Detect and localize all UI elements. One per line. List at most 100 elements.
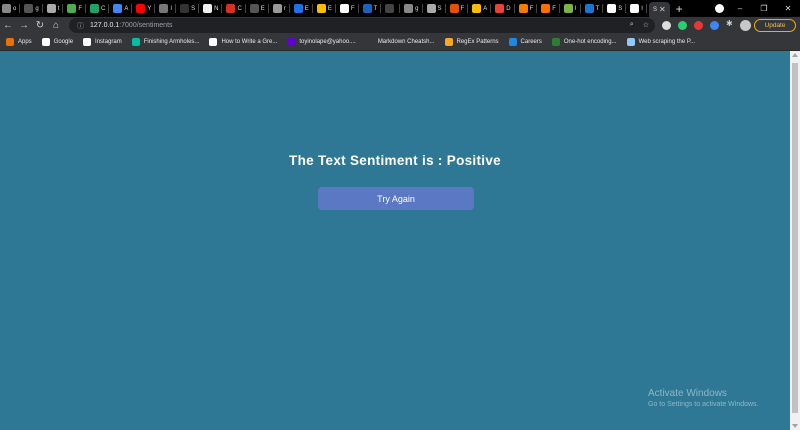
avatar[interactable] — [740, 20, 751, 31]
watermark-title: Activate Windows — [648, 388, 727, 399]
browser-tab[interactable]: F — [338, 0, 361, 17]
browser-tab[interactable]: g — [22, 0, 44, 17]
bookmark-item[interactable]: How to Write a Gre... — [209, 38, 277, 46]
new-tab-button[interactable]: + — [670, 2, 689, 16]
browser-tab[interactable]: S — [425, 0, 448, 17]
browser-tab[interactable]: F — [517, 0, 540, 17]
bookmark-favicon-icon — [508, 38, 517, 46]
tab-label: E — [304, 5, 309, 12]
bookmark-label: How to Write a Gre... — [221, 39, 278, 45]
browser-tab[interactable]: I — [157, 0, 178, 17]
scroll-down-icon[interactable] — [792, 424, 798, 428]
extensions-puzzle-icon[interactable]: ✱ — [726, 19, 735, 28]
tab-separator — [334, 4, 336, 13]
browser-tab[interactable]: t — [45, 0, 66, 17]
bookmark-item[interactable]: Markdown Cheatsh... — [365, 38, 435, 46]
close-icon[interactable]: ✕ — [776, 4, 800, 13]
bookmark-favicon-icon — [626, 38, 635, 46]
tab-separator — [154, 4, 156, 13]
bookmark-item[interactable]: Instagram — [83, 38, 122, 46]
browser-tab[interactable]: r — [271, 0, 292, 17]
browser-tab[interactable]: T — [361, 0, 384, 17]
browser-tab[interactable] — [383, 0, 402, 17]
tab-favicon-icon — [541, 4, 551, 13]
browser-tab[interactable]: F — [65, 0, 88, 17]
bookmark-item[interactable]: toyinolape@yahoo.... — [287, 38, 356, 46]
browser-tab[interactable]: E — [315, 0, 338, 17]
close-tab-icon[interactable]: ✕ — [659, 5, 666, 14]
url-host: 127.0.0.1 — [90, 22, 120, 29]
tab-label: r — [283, 5, 286, 12]
bookmark-label: Apps — [18, 39, 32, 45]
browser-tab[interactable]: D — [493, 0, 516, 17]
browser-tab[interactable]: I — [628, 0, 649, 17]
extension-icon[interactable] — [694, 21, 703, 30]
tab-label: I — [170, 5, 173, 12]
tab-favicon-icon — [426, 4, 436, 13]
bookmark-item[interactable]: One-hot encoding... — [551, 38, 617, 46]
tab-label: C — [101, 5, 106, 12]
zoom-icon[interactable]: ⌕ — [630, 21, 634, 29]
browser-tab[interactable]: E — [292, 0, 315, 17]
tab-favicon-icon — [136, 4, 146, 13]
bookmark-label: RegEx Patterns — [456, 39, 499, 45]
extension-icon[interactable] — [710, 21, 719, 30]
bookmark-item[interactable]: Google — [41, 38, 73, 46]
tab-search-icon[interactable] — [715, 4, 724, 13]
bookmark-favicon-icon — [41, 38, 50, 46]
site-info-icon[interactable]: ⓘ — [77, 21, 84, 31]
try-again-button[interactable]: Try Again — [318, 187, 474, 210]
home-icon[interactable]: ⌂ — [48, 20, 64, 31]
update-button[interactable]: Update — [754, 19, 796, 32]
browser-tab[interactable]: o — [0, 0, 22, 17]
tab-favicon-icon — [203, 4, 213, 13]
browser-tab[interactable]: Y — [134, 0, 157, 17]
scroll-up-icon[interactable] — [792, 53, 798, 57]
browser-tab[interactable]: E — [248, 0, 271, 17]
scroll-thumb[interactable] — [792, 63, 798, 413]
tab-separator — [311, 4, 313, 13]
bookmark-star-icon[interactable]: ☆ — [643, 21, 649, 29]
tab-label: o — [13, 5, 17, 12]
tab-label: g — [415, 5, 419, 12]
tab-favicon-icon — [2, 4, 11, 13]
bookmark-item[interactable]: RegEx Patterns — [444, 38, 499, 46]
tab-label: D — [506, 5, 511, 12]
bookmark-item[interactable]: Apps — [6, 38, 32, 46]
browser-tab[interactable]: F — [448, 0, 471, 17]
back-icon[interactable]: ← — [0, 20, 16, 31]
bookmark-item[interactable]: Careers — [508, 38, 542, 46]
maximize-icon[interactable]: ❐ — [752, 4, 776, 13]
address-bar[interactable]: ⓘ 127.0.0.1:7000/sentiments ⌕ ☆ — [69, 18, 655, 33]
tab-separator — [244, 4, 246, 13]
active-browser-tab[interactable]: S ✕ — [648, 2, 670, 17]
tab-separator — [108, 4, 110, 13]
tab-label: Y — [147, 5, 152, 12]
forward-icon[interactable]: → — [16, 20, 32, 31]
browser-tab[interactable]: S — [605, 0, 628, 17]
reload-icon[interactable]: ↻ — [32, 20, 48, 31]
scrollbar[interactable] — [790, 51, 800, 430]
browser-tab[interactable]: g — [402, 0, 424, 17]
browser-tab[interactable]: S — [178, 0, 201, 17]
bookmark-item[interactable]: Finishing Armholes... — [131, 38, 199, 46]
tab-label: F — [529, 5, 534, 12]
browser-tab[interactable]: C — [88, 0, 111, 17]
tab-label: F — [460, 5, 465, 12]
tab-favicon-icon — [630, 4, 640, 13]
browser-tab[interactable]: C — [224, 0, 247, 17]
browser-tab[interactable]: A — [470, 0, 493, 17]
browser-tab[interactable]: A — [111, 0, 134, 17]
bookmark-item[interactable]: Web scraping the P... — [626, 38, 695, 46]
extension-icon[interactable] — [662, 21, 671, 30]
minimize-icon[interactable]: – — [728, 4, 752, 13]
tab-separator — [41, 4, 43, 13]
tab-label: A — [124, 5, 129, 12]
browser-tab[interactable]: N — [201, 0, 224, 17]
browser-tab[interactable]: I — [562, 0, 583, 17]
browser-tab[interactable]: T — [583, 0, 606, 17]
tab-separator — [645, 4, 647, 13]
extension-icon[interactable] — [678, 21, 687, 30]
tab-separator — [579, 4, 581, 13]
browser-tab[interactable]: F — [539, 0, 562, 17]
